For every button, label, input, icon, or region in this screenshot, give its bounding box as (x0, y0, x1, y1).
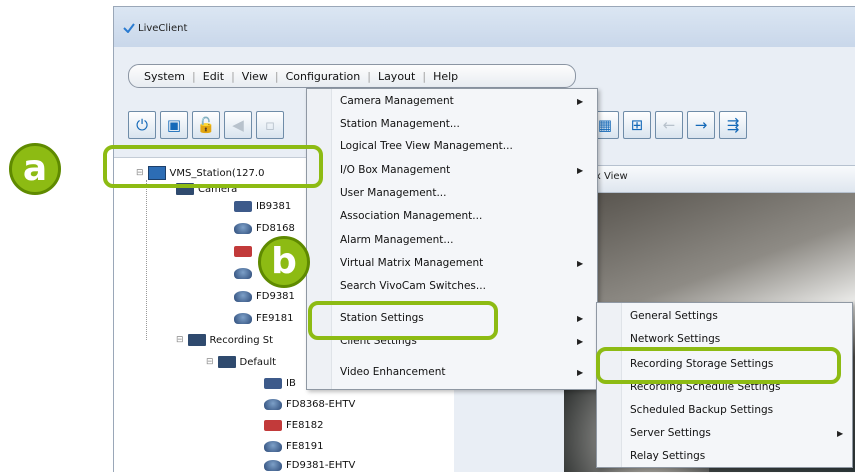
toolbar-right: ▦ ⊞ ← → ⇶ (591, 111, 747, 139)
station-settings-submenu: General Settings Network Settings Record… (596, 302, 853, 468)
dome-camera-icon (234, 291, 252, 302)
box-camera-icon (234, 201, 252, 212)
tree-camera-item[interactable]: FD9381 (234, 291, 295, 302)
view-tabstrip: rix View (584, 165, 855, 193)
callout-station-settings-box (308, 301, 498, 340)
arrow-left-icon[interactable]: ← (655, 111, 683, 139)
folder-icon (187, 334, 206, 346)
arrow-right-icon[interactable]: → (687, 111, 715, 139)
toolbar-left: ⏻ ▣ 🔓 ◀ ▫ (128, 111, 284, 141)
menu-item-virtual-matrix[interactable]: Virtual Matrix Management (340, 257, 483, 269)
annotation-badge-b: b (258, 236, 310, 288)
menu-item-network-settings[interactable]: Network Settings (630, 333, 720, 345)
box-camera-icon (264, 378, 282, 389)
folder-icon (217, 356, 236, 368)
menu-layout[interactable]: Layout (371, 70, 422, 83)
back-disabled-icon[interactable]: ◀ (224, 111, 252, 139)
tree-camera-item[interactable] (234, 268, 256, 279)
tree-recording-item[interactable]: IB (264, 378, 296, 389)
camera-offline-icon (234, 246, 252, 257)
tree-recording-item[interactable]: FE8182 (264, 420, 324, 431)
menu-item-station-management[interactable]: Station Management... (340, 118, 460, 130)
callout-recording-storage-box (596, 347, 841, 384)
tree-recording-folder[interactable]: ⊟ Recording St (176, 334, 273, 346)
dome-camera-icon (264, 460, 282, 471)
dome-camera-icon (264, 441, 282, 452)
tree-recording-item[interactable]: FD9381-EHTV (264, 460, 355, 471)
menu-item-io-box[interactable]: I/O Box Management (340, 164, 450, 176)
menu-item-server-settings[interactable]: Server Settings (630, 427, 711, 439)
stations-icon[interactable]: ▣ (160, 111, 188, 139)
menu-help[interactable]: Help (426, 70, 465, 83)
tree-default-folder[interactable]: ⊟ Default (206, 356, 276, 368)
menu-item-user-management[interactable]: User Management... (340, 187, 446, 199)
tree-recording-item[interactable]: FE8191 (264, 441, 324, 452)
window-title: LiveClient (138, 23, 188, 34)
fullscreen-icon[interactable]: ⊞ (623, 111, 651, 139)
tree-camera-item[interactable] (234, 246, 256, 257)
menu-item-scheduled-backup-settings[interactable]: Scheduled Backup Settings (630, 404, 773, 416)
tree-recording-item[interactable]: FD8368-EHTV (264, 399, 355, 410)
menu-item-video-enhancement[interactable]: Video Enhancement (340, 366, 445, 378)
dome-camera-icon (234, 313, 252, 324)
menu-configuration[interactable]: Configuration (279, 70, 368, 83)
tree-camera-item[interactable]: FD8168 (234, 223, 295, 234)
menu-system[interactable]: System (137, 70, 192, 83)
dome-camera-icon (264, 399, 282, 410)
menu-bar: System | Edit | View | Configuration | Layou… (128, 64, 576, 88)
lock-icon[interactable]: 🔓 (192, 111, 220, 139)
dock-icon[interactable]: ⇶ (719, 111, 747, 139)
menu-edit[interactable]: Edit (196, 70, 231, 83)
configuration-menu: Camera Management ▶ Station Management..… (306, 88, 598, 390)
menu-item-relay-settings[interactable]: Relay Settings (630, 450, 705, 462)
tree-camera-item[interactable]: IB9381 (234, 201, 291, 212)
callout-station-box (103, 145, 323, 188)
menu-item-logical-tree[interactable]: Logical Tree View Management... (340, 140, 513, 152)
camera-offline-icon (264, 420, 282, 431)
annotation-badge-a: a (9, 143, 61, 195)
toolbar-disabled-icon[interactable]: ▫ (256, 111, 284, 139)
menu-view[interactable]: View (235, 70, 275, 83)
dome-camera-icon (234, 268, 252, 279)
tree-camera-item[interactable]: FE9181 (234, 313, 294, 324)
title-bar: LiveClient (114, 7, 855, 47)
menu-item-search-vivocam[interactable]: Search VivoCam Switches... (340, 280, 486, 292)
menu-item-general-settings[interactable]: General Settings (630, 310, 718, 322)
dome-camera-icon (234, 223, 252, 234)
menu-item-association[interactable]: Association Management... (340, 210, 482, 222)
menu-item-camera-management[interactable]: Camera Management (340, 95, 454, 107)
app-logo-icon (123, 23, 135, 33)
power-icon[interactable]: ⏻ (128, 111, 156, 139)
menu-item-alarm[interactable]: Alarm Management... (340, 234, 453, 246)
